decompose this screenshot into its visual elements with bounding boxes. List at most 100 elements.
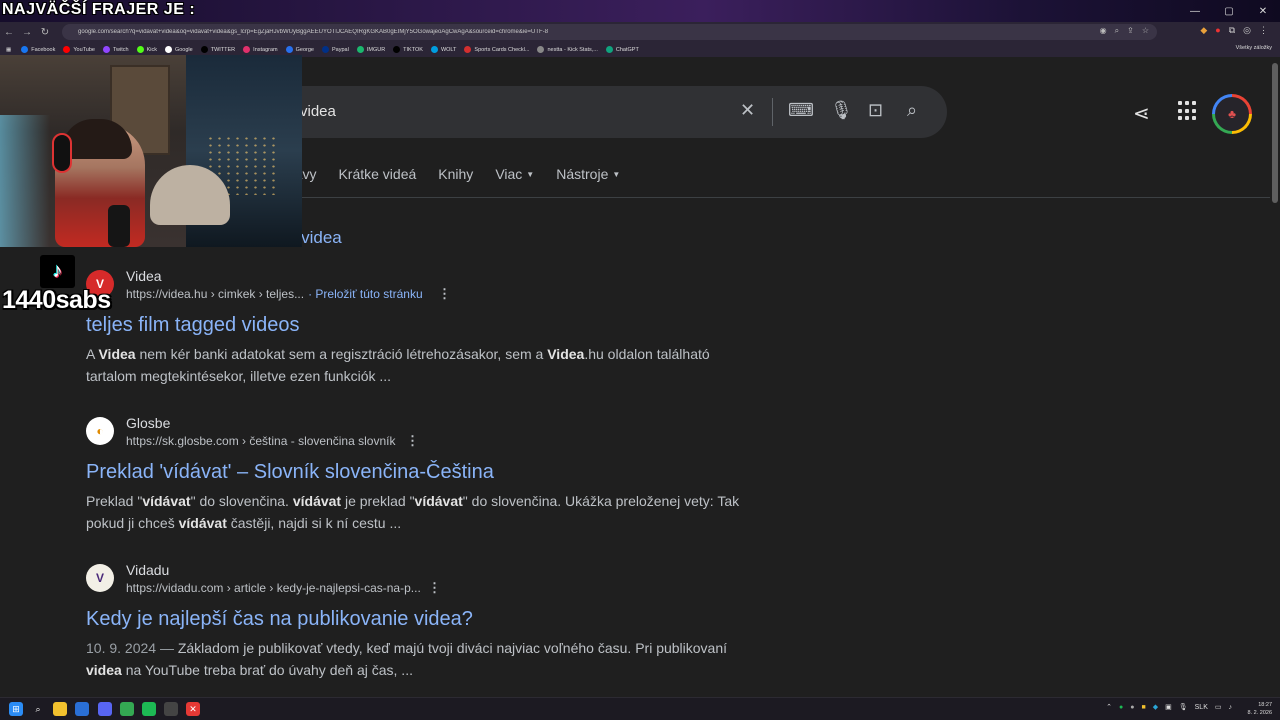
apps-shortcut-icon[interactable]: ▦ bbox=[6, 47, 11, 53]
keyboard-icon[interactable]: ⌨ bbox=[788, 100, 814, 121]
network-icon[interactable]: ▭ bbox=[1215, 703, 1222, 711]
search-input[interactable]: videa bbox=[300, 103, 336, 120]
address-bar[interactable]: google.com/search?q=vidavat+videa&oq=vid… bbox=[62, 24, 1157, 40]
share-page-icon[interactable]: ⇪ bbox=[1127, 26, 1134, 36]
translate-link[interactable]: · Preložiť túto stránku bbox=[308, 287, 423, 301]
microphone-icon[interactable]: 🎙︎ bbox=[830, 100, 853, 121]
tray-app-icon[interactable]: ● bbox=[1119, 704, 1123, 711]
bookmark-label: Sports Cards Checkl... bbox=[474, 46, 530, 53]
bookmark-item[interactable]: Sports Cards Checkl... bbox=[464, 46, 529, 53]
share-icon[interactable]: ⋖ bbox=[1133, 101, 1150, 126]
minimize-icon[interactable]: — bbox=[1178, 0, 1212, 22]
tab-item[interactable]: Krátke videá bbox=[338, 166, 416, 182]
bookmark-item[interactable]: Paypal bbox=[322, 46, 349, 53]
taskbar-store-icon[interactable] bbox=[75, 702, 89, 716]
microphone-icon[interactable]: 🎙︎ bbox=[1179, 703, 1188, 711]
bookmark-label: Paypal bbox=[332, 46, 349, 53]
result-source[interactable]: ◐ Glosbe https://sk.glosbe.com › čeština -… bbox=[86, 415, 746, 455]
bookmark-item[interactable]: Instagram bbox=[243, 46, 278, 53]
result-title-link[interactable]: teljes film tagged videos bbox=[86, 314, 746, 337]
more-options-icon[interactable]: ⋮ bbox=[438, 286, 451, 302]
all-bookmarks[interactable]: Všetky záložky bbox=[1236, 45, 1272, 51]
channel-name: 1440sabs bbox=[2, 286, 111, 314]
snippet-text: nem kér banki adatokat sem a regisztráci… bbox=[135, 346, 548, 362]
site-name: Glosbe bbox=[126, 415, 171, 431]
menu-icon[interactable]: ⋮ bbox=[1259, 25, 1268, 36]
webcam-headset bbox=[52, 133, 72, 173]
tab-item[interactable]: Nástroje ▼ bbox=[556, 166, 620, 182]
bookmark-item[interactable]: George bbox=[285, 46, 314, 53]
address-url: google.com/search?q=vidavat+videa&oq=vid… bbox=[78, 29, 549, 35]
volume-icon[interactable]: ♪ bbox=[1229, 704, 1233, 711]
result-source[interactable]: V Vidadu https://vidadu.com › article › ke… bbox=[86, 562, 746, 602]
tray-app-icon[interactable]: ● bbox=[1130, 704, 1134, 711]
bookmark-item[interactable]: Kick bbox=[136, 46, 157, 53]
snippet-text: je preklad " bbox=[341, 493, 415, 509]
tab-item[interactable]: Knihy bbox=[438, 166, 473, 182]
stream-title: NAJVÄČŠÍ FRAJER JE : bbox=[2, 1, 196, 18]
bookmark-item[interactable]: Google bbox=[164, 46, 193, 53]
search-box[interactable]: videa ✕ ⌨ 🎙︎ ⊡ ⌕ bbox=[260, 86, 947, 138]
bookmark-item[interactable]: TWITTER bbox=[200, 46, 235, 53]
bookmark-item[interactable]: IMGUR bbox=[356, 46, 385, 53]
more-options-icon[interactable]: ⋮ bbox=[406, 433, 419, 449]
close-icon[interactable]: ✕ bbox=[1246, 0, 1280, 22]
bookmark-item[interactable]: TIKTOK bbox=[393, 46, 423, 53]
result-source[interactable]: V Videa https://videa.hu › cimkek › teljes… bbox=[86, 268, 746, 308]
back-icon[interactable]: ← bbox=[0, 22, 18, 42]
result-title-link[interactable]: Preklad 'vídávat' – Slovník slovenčina-Č… bbox=[86, 461, 746, 484]
bookmark-item[interactable]: nestta - Kick Stats,... bbox=[537, 46, 598, 53]
taskbar-start-icon[interactable]: ⊞ bbox=[9, 702, 23, 716]
bookmark-label: Facebook bbox=[31, 46, 56, 53]
site-url: https://sk.glosbe.com › čeština - sloven… bbox=[126, 434, 395, 448]
taskbar-files-icon[interactable] bbox=[53, 702, 67, 716]
taskbar-app-icon[interactable] bbox=[164, 702, 178, 716]
avatar[interactable]: ♣ bbox=[1212, 94, 1252, 134]
snippet-text: Preklad " bbox=[86, 493, 143, 509]
webcam-microphone bbox=[108, 205, 130, 247]
extension-icon[interactable]: ● bbox=[1215, 25, 1220, 36]
location-icon[interactable]: ◉ bbox=[1100, 26, 1107, 36]
extensions-puzzle-icon[interactable]: ⧉ bbox=[1229, 25, 1235, 36]
tray-app-icon[interactable]: ◆ bbox=[1153, 703, 1158, 711]
extension-icon[interactable]: ◆ bbox=[1200, 25, 1207, 36]
bookmark-item[interactable]: Twitch bbox=[102, 46, 129, 53]
search-icon[interactable]: ⌕ bbox=[907, 100, 917, 121]
language-indicator[interactable]: SLK bbox=[1195, 704, 1208, 711]
bookmark-item[interactable]: ChatGPT bbox=[605, 46, 639, 53]
more-options-icon[interactable]: ⋮ bbox=[428, 580, 441, 596]
tab-item[interactable]: Viac ▼ bbox=[495, 166, 534, 182]
tray-app-icon[interactable]: ▣ bbox=[1165, 703, 1172, 711]
snippet-highlight: Videa bbox=[547, 346, 585, 362]
forward-icon[interactable]: → bbox=[18, 22, 36, 42]
taskbar-chrome-icon[interactable] bbox=[120, 702, 134, 716]
taskbar-spotify-icon[interactable] bbox=[142, 702, 156, 716]
bookmark-item[interactable]: Facebook bbox=[21, 46, 55, 53]
taskbar-discord-icon[interactable] bbox=[98, 702, 112, 716]
lens-icon[interactable]: ⊡ bbox=[868, 100, 883, 121]
system-tray: ⌃ ● ● ■ ◆ ▣ 🎙︎ SLK ▭ ♪ bbox=[1106, 703, 1233, 712]
clear-icon[interactable]: ✕ bbox=[740, 100, 755, 121]
bookmark-item[interactable]: YouTube bbox=[63, 46, 95, 53]
taskbar-search-icon[interactable]: ⌕ bbox=[31, 702, 45, 716]
google-apps-icon[interactable] bbox=[1178, 101, 1198, 121]
bookmark-item[interactable]: WOLT bbox=[430, 46, 456, 53]
result-snippet: 10. 9. 2024 — Základom je publikovať vte… bbox=[86, 637, 746, 681]
bookmark-favicon-icon bbox=[464, 46, 472, 53]
clock[interactable]: 18:27 8. 2. 2026 bbox=[1248, 701, 1272, 717]
maximize-icon[interactable]: ▢ bbox=[1212, 0, 1246, 22]
snippet-highlight: Videa bbox=[98, 346, 136, 362]
snippet-text: " do slovenčina. bbox=[190, 493, 293, 509]
site-url: https://vidadu.com › article › kedy-je-n… bbox=[126, 581, 421, 595]
star-icon[interactable]: ☆ bbox=[1142, 26, 1149, 36]
zoom-icon[interactable]: ⌕ bbox=[1115, 26, 1119, 36]
chevron-up-icon[interactable]: ⌃ bbox=[1106, 703, 1112, 711]
scrollbar[interactable] bbox=[1272, 63, 1278, 203]
result-title-link[interactable]: Kedy je najlepší čas na publikovanie vid… bbox=[86, 608, 746, 631]
bookmark-label: Twitch bbox=[112, 46, 129, 53]
reload-icon[interactable]: ↻ bbox=[36, 22, 54, 42]
site-name: Videa bbox=[126, 268, 162, 284]
profile-icon[interactable]: ◎ bbox=[1243, 25, 1251, 36]
taskbar-app2-icon[interactable]: ✕ bbox=[186, 702, 200, 716]
tray-app-icon[interactable]: ■ bbox=[1142, 704, 1146, 711]
